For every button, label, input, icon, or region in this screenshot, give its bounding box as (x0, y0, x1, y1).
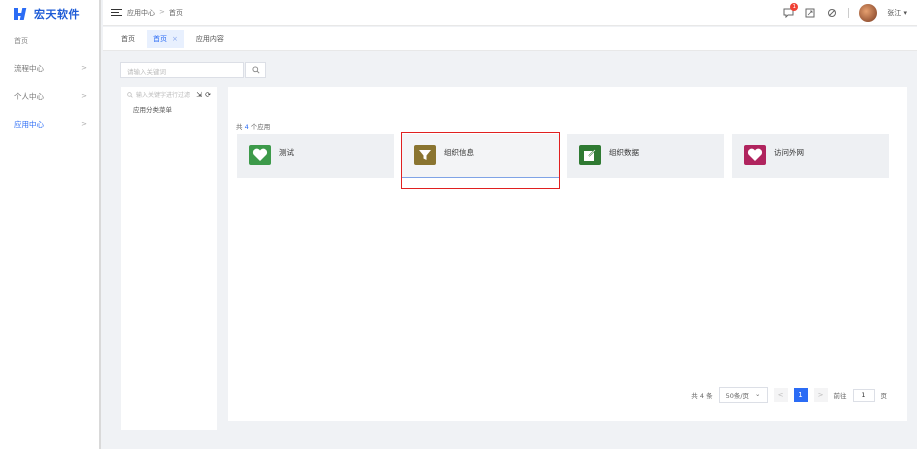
collapse-icon[interactable]: ⇲ (196, 91, 202, 99)
page-size-value: 50条/页 (725, 392, 750, 400)
app-card-test[interactable]: 测试 (237, 134, 394, 178)
app-count-prefix: 共 (236, 123, 243, 131)
category-tree-panel: 输入关键字进行过滤 ⇲ ⟳ 应用分类菜单 (121, 87, 217, 430)
top-header: 应用中心 > 首页 1 张江 ▾ (103, 0, 917, 26)
breadcrumb: 应用中心 > 首页 (127, 8, 183, 18)
menu-toggle-icon[interactable] (111, 8, 122, 17)
goto-page-input[interactable]: 1 (852, 388, 875, 402)
logo[interactable]: 宏天软件 (0, 0, 99, 28)
app-name: 访问外网 (774, 148, 804, 157)
app-list-panel: 共 4 个应用 测试 组织信息 组织数据 访问外网 共 4 条 50条/页 ⌄ … (228, 87, 907, 421)
sidebar-item-label: 个人中心 (14, 91, 44, 101)
breadcrumb-separator: > (159, 7, 165, 16)
app-name: 组织信息 (444, 148, 474, 157)
user-menu[interactable]: 张江 ▾ (887, 8, 907, 18)
sidebar-item-home[interactable]: 首页 (0, 28, 99, 54)
page-size-select[interactable]: 50条/页 ⌄ (718, 387, 768, 403)
chevron-right-icon: > (81, 92, 87, 100)
sidebar-item-label: 流程中心 (14, 63, 44, 73)
chevron-right-icon: > (81, 64, 87, 72)
sidebar-item-personal-center[interactable]: 个人中心 > (0, 82, 99, 110)
logo-icon (14, 8, 27, 20)
app-count: 共 4 个应用 (236, 121, 270, 131)
app-name: 测试 (279, 148, 294, 157)
divider (848, 8, 850, 18)
chevron-down-icon: ⌄ (755, 390, 761, 398)
sidebar-item-label: 首页 (14, 37, 28, 45)
chevron-right-icon: > (81, 120, 87, 128)
sidebar-item-label: 应用中心 (14, 119, 44, 129)
tree-node[interactable]: 应用分类菜单 (121, 102, 217, 116)
app-count-suffix: 个应用 (250, 123, 271, 131)
user-name: 张江 (887, 9, 902, 17)
close-icon[interactable]: × (172, 35, 178, 43)
tab-app-content[interactable]: 应用内容 (190, 30, 230, 48)
avatar[interactable] (859, 4, 878, 22)
app-card-org-data[interactable]: 组织数据 (567, 134, 724, 178)
fullscreen-icon[interactable] (804, 7, 816, 19)
tree-filter-placeholder: 输入关键字进行过滤 (136, 92, 191, 99)
tab-label: 首页 (153, 34, 167, 43)
app-name: 组织数据 (609, 148, 639, 157)
search-icon (251, 66, 260, 74)
export-icon (579, 145, 601, 165)
tab-label: 首页 (121, 34, 135, 43)
funnel-icon (414, 145, 436, 165)
goto-suffix: 页 (880, 392, 888, 400)
search-button[interactable] (245, 62, 266, 78)
pagination-total: 共 4 条 (691, 392, 713, 400)
clear-cache-icon[interactable] (826, 7, 838, 19)
tree-filter-input[interactable]: 输入关键字进行过滤 ⇲ ⟳ (121, 87, 217, 102)
heart-icon (744, 145, 766, 165)
sidebar-item-app-center[interactable]: 应用中心 > (0, 110, 99, 138)
brand-name: 宏天软件 (34, 8, 80, 21)
pagination: 共 4 条 50条/页 ⌄ < 1 > 前往 1 页 (691, 387, 887, 403)
tab-home[interactable]: 首页 (115, 30, 141, 48)
tab-bar: 首页 首页 × 应用内容 (103, 27, 917, 51)
heart-icon (249, 145, 271, 165)
search-input[interactable]: 请输入关键词 (120, 62, 244, 78)
search-icon (127, 91, 133, 98)
refresh-icon[interactable]: ⟳ (205, 91, 211, 99)
app-card-external-web[interactable]: 访问外网 (732, 134, 889, 178)
prev-page-button[interactable]: < (773, 388, 788, 402)
sidebar-item-process-center[interactable]: 流程中心 > (0, 54, 99, 82)
breadcrumb-item: 首页 (168, 8, 183, 17)
sidebar: 宏天软件 首页 流程中心 > 个人中心 > 应用中心 > (0, 0, 101, 449)
page-number-button[interactable]: 1 (793, 388, 808, 402)
tab-label: 应用内容 (195, 34, 224, 43)
app-card-org-info[interactable]: 组织信息 (402, 134, 559, 178)
goto-label: 前往 (833, 392, 847, 400)
breadcrumb-item[interactable]: 应用中心 (127, 8, 155, 18)
next-page-button[interactable]: > (813, 388, 828, 402)
header-actions: 1 张江 ▾ (782, 0, 907, 26)
message-icon[interactable]: 1 (782, 3, 799, 19)
tree-node-label: 应用分类菜单 (133, 106, 172, 114)
notification-badge: 1 (790, 3, 799, 11)
app-count-number: 4 (244, 123, 249, 131)
tab-home-active[interactable]: 首页 × (147, 29, 184, 48)
search-placeholder: 请输入关键词 (127, 68, 166, 76)
